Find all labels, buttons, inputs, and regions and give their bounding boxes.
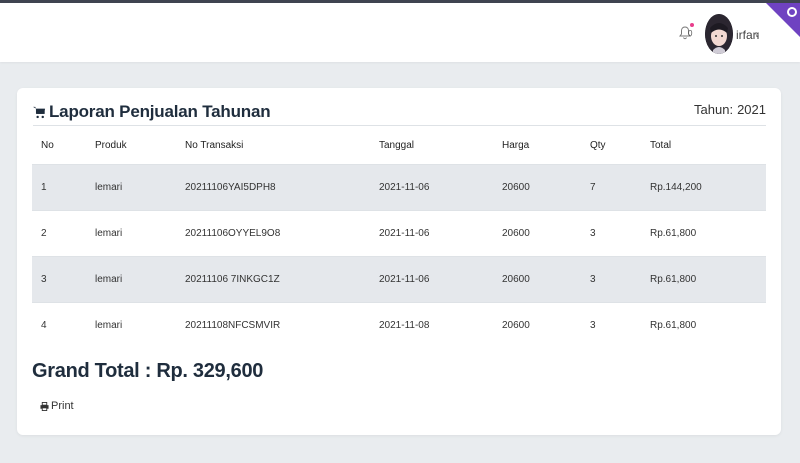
sales-table: No Produk No Transaksi Tanggal Harga Qty… (32, 126, 766, 348)
avatar-image (705, 14, 733, 54)
column-header-tanggal: Tanggal (379, 139, 415, 151)
cell-no-transaksi: 20211106 7INKGC1Z (176, 256, 370, 303)
notification-dot (690, 23, 694, 27)
table-row: 4 lemari 20211108NFCSMVIR 2021-11-08 206… (32, 302, 766, 348)
cell-tanggal: 2021-11-08 (370, 302, 493, 348)
cell-no-transaksi: 20211108NFCSMVIR (176, 302, 370, 348)
cell-produk: lemari (86, 210, 176, 257)
cell-qty: 3 (581, 256, 641, 303)
cell-no: 4 (32, 302, 86, 348)
column-header-total: Total (650, 139, 672, 151)
column-header-harga: Harga (502, 139, 530, 151)
column-header-qty: Qty (590, 139, 606, 151)
notification-bell-icon[interactable]: 0 (677, 23, 694, 41)
report-title-text: Laporan Penjualan Tahunan (49, 102, 271, 121)
cell-harga: 20600 (493, 164, 581, 211)
cell-tanggal: 2021-11-06 (370, 164, 493, 211)
year-label: Tahun: (694, 102, 734, 117)
cell-no-transaksi: 20211106YAI5DPH8 (176, 164, 370, 211)
table-row: 1 lemari 20211106YAI5DPH8 2021-11-06 206… (32, 164, 766, 211)
cell-no-transaksi: 20211106OYYEL9O8 (176, 210, 370, 257)
report-title: Laporan Penjualan Tahunan (33, 102, 271, 122)
table-row: 2 lemari 20211106OYYEL9O8 2021-11-06 206… (32, 210, 766, 257)
printer-icon (40, 401, 49, 411)
year-value: 2021 (737, 102, 766, 117)
top-navbar: 0 irfan v (0, 0, 800, 62)
shopping-cart-icon (33, 106, 46, 118)
column-header-produk: Produk (95, 139, 127, 151)
cell-harga: 20600 (493, 302, 581, 348)
grand-total: Grand Total : Rp. 329,600 (32, 360, 264, 382)
column-header-no-transaksi: No Transaksi (185, 139, 244, 151)
avatar[interactable] (705, 14, 733, 54)
cell-total: Rp.61,800 (641, 256, 766, 303)
print-label: Print (51, 400, 74, 412)
cell-produk: lemari (86, 302, 176, 348)
print-button[interactable]: Print (40, 400, 74, 412)
table-row: 3 lemari 20211106 7INKGC1Z 2021-11-06 20… (32, 256, 766, 303)
notification-count: 0 (688, 29, 693, 38)
cell-harga: 20600 (493, 256, 581, 303)
cell-no: 3 (32, 256, 86, 303)
column-header-no: No (41, 139, 54, 151)
year-indicator: Tahun: 2021 (694, 102, 766, 117)
cell-no: 2 (32, 210, 86, 257)
cell-qty: 3 (581, 302, 641, 348)
report-card: Laporan Penjualan Tahunan Tahun: 2021 No … (17, 88, 781, 435)
cell-tanggal: 2021-11-06 (370, 210, 493, 257)
chevron-down-icon[interactable]: v (755, 30, 759, 39)
cell-total: Rp.61,800 (641, 210, 766, 257)
cell-no: 1 (32, 164, 86, 211)
cell-qty: 7 (581, 164, 641, 211)
cell-total: Rp.144,200 (641, 164, 766, 211)
cell-harga: 20600 (493, 210, 581, 257)
table-header-row: No Produk No Transaksi Tanggal Harga Qty… (32, 126, 766, 165)
cell-tanggal: 2021-11-06 (370, 256, 493, 303)
cell-produk: lemari (86, 256, 176, 303)
cell-total: Rp.61,800 (641, 302, 766, 348)
github-corner-icon[interactable] (766, 3, 800, 37)
cell-qty: 3 (581, 210, 641, 257)
cell-produk: lemari (86, 164, 176, 211)
